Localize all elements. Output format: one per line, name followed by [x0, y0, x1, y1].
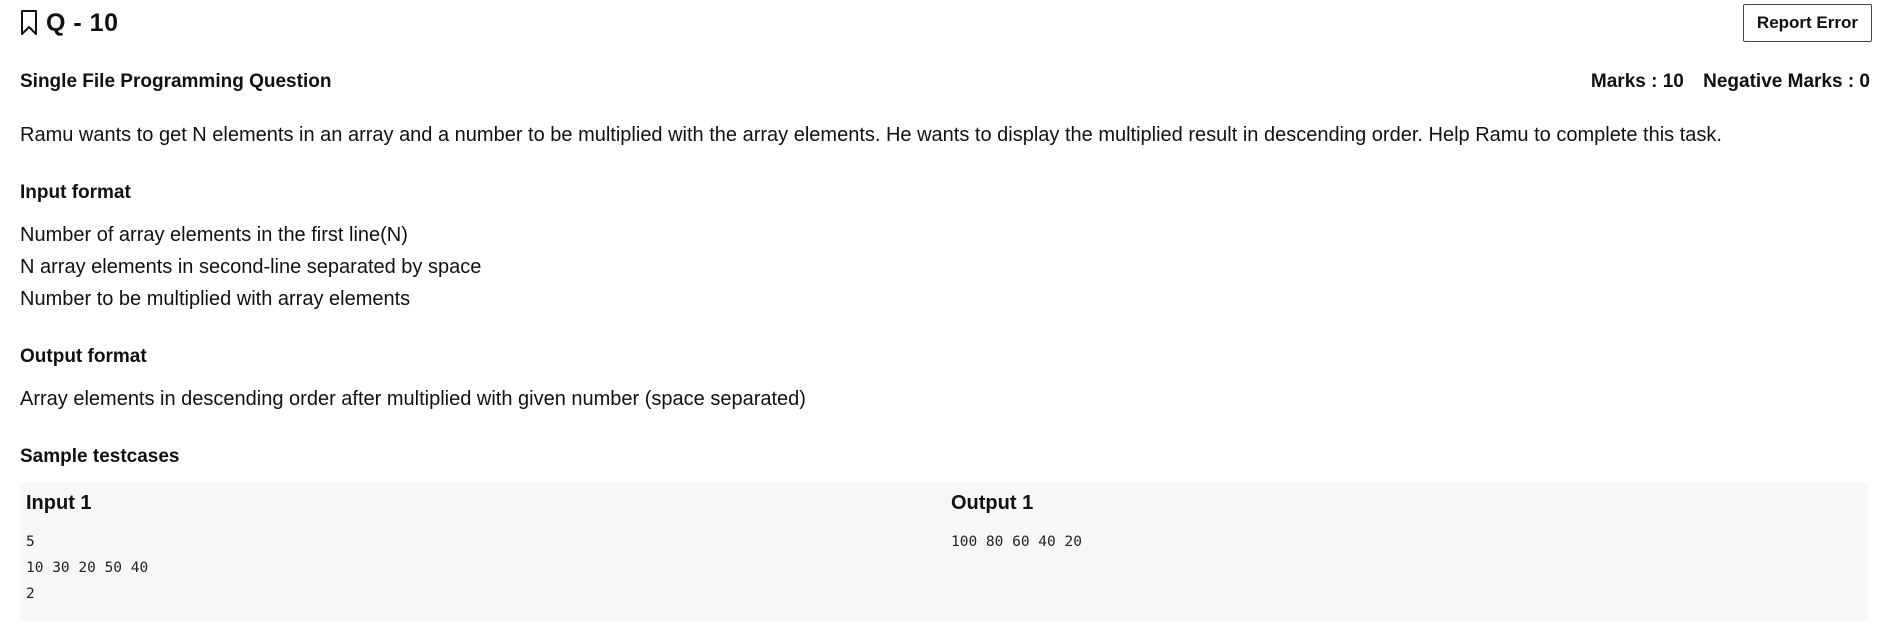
input-format-line: Number to be multiplied with array eleme…	[20, 288, 411, 310]
sample-input-line: 2	[26, 586, 35, 602]
sample-input-label: Input 1	[26, 492, 92, 514]
question-title: Q - 10	[46, 8, 119, 37]
negative-marks-label: Negative Marks : 0	[1703, 71, 1870, 92]
problem-statement: Ramu wants to get N elements in an array…	[20, 124, 1722, 146]
marks-info: Marks : 10 Negative Marks : 0	[1591, 71, 1870, 93]
sample-testcase-panel: Input 1 5 10 30 20 50 40 2 Output 1 100 …	[20, 482, 1868, 621]
sample-testcases-title: Sample testcases	[20, 446, 180, 467]
bookmark-icon[interactable]	[20, 10, 38, 36]
output-format-line: Array elements in descending order after…	[20, 388, 806, 410]
sample-input-column: Input 1 5 10 30 20 50 40 2	[26, 492, 148, 607]
marks-label: Marks : 10	[1590, 71, 1684, 92]
sample-output-block: 100 80 60 40 20	[951, 529, 1082, 555]
sample-input-line: 10 30 20 50 40	[26, 560, 149, 576]
sample-input-block: 5 10 30 20 50 40 2	[26, 529, 148, 607]
sample-output-label: Output 1	[951, 492, 1034, 514]
question-header: Q - 10	[20, 8, 118, 38]
input-format-line: N array elements in second-line separate…	[20, 256, 482, 278]
sample-output-line: 100 80 60 40 20	[951, 534, 1082, 550]
question-type: Single File Programming Question	[20, 71, 332, 92]
input-format-line: Number of array elements in the first li…	[20, 224, 408, 246]
sample-input-line: 5	[26, 534, 35, 550]
input-format-title: Input format	[20, 182, 131, 203]
sample-output-column: Output 1 100 80 60 40 20	[951, 492, 1082, 555]
report-error-button[interactable]: Report Error	[1742, 4, 1872, 42]
output-format-title: Output format	[20, 346, 147, 367]
